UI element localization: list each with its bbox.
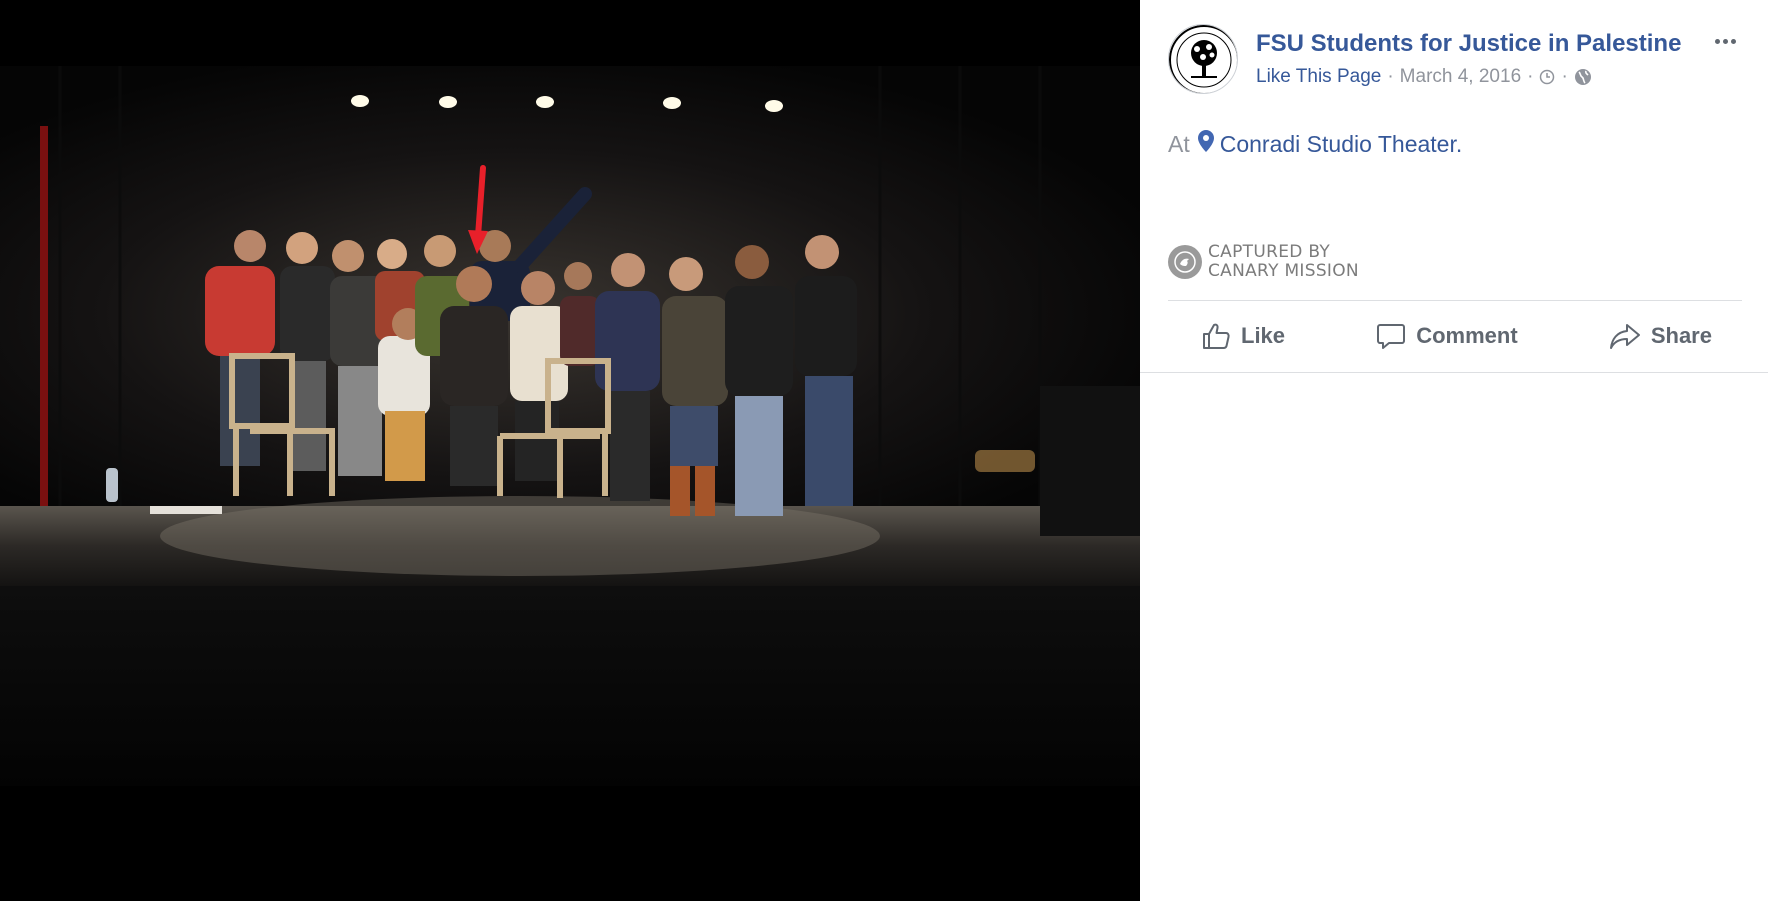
- meta-separator: ·: [1527, 66, 1534, 87]
- canary-bird-icon: [1168, 245, 1202, 279]
- post-actions-bar: Like Comment Share: [1168, 302, 1742, 370]
- location-line: At Conradi Studio Theater.: [1168, 130, 1462, 158]
- group-photo: [0, 66, 1140, 838]
- share-label: Share: [1650, 323, 1712, 348]
- post-meta: Like This Page · March 4, 2016 · ·: [1256, 66, 1592, 88]
- page-name-link[interactable]: FSU Students for Justice in Palestine: [1256, 30, 1681, 58]
- like-this-page-link[interactable]: Like This Page: [1256, 66, 1381, 88]
- comment-button[interactable]: Comment: [1376, 321, 1518, 351]
- comment-bubble-icon: [1377, 324, 1406, 349]
- share-arrow-icon: [1609, 324, 1640, 349]
- photo-viewer[interactable]: [0, 0, 1140, 901]
- post-date[interactable]: March 4, 2016: [1400, 66, 1521, 88]
- map-pin-icon: [1197, 130, 1214, 158]
- watermark-text: CAPTURED BY CANARY MISSION: [1208, 243, 1359, 281]
- meta-separator: ·: [1387, 66, 1394, 87]
- share-button[interactable]: Share: [1609, 321, 1712, 351]
- post-header-area: FSU Students for Justice in Palestine Li…: [1140, 0, 1768, 373]
- watermark-line-1: CAPTURED BY: [1208, 242, 1331, 262]
- location-prefix: At: [1168, 130, 1190, 157]
- page-avatar[interactable]: [1168, 24, 1238, 94]
- actions-divider: [1168, 300, 1742, 301]
- clock-icon: [1539, 69, 1555, 85]
- more-options-icon[interactable]: [1710, 28, 1740, 54]
- like-label: Like: [1241, 323, 1286, 348]
- globe-icon[interactable]: [1574, 68, 1592, 86]
- location-link[interactable]: Conradi Studio Theater.: [1220, 131, 1463, 158]
- watermark-line-2: CANARY MISSION: [1208, 261, 1359, 281]
- meta-separator: ·: [1561, 66, 1568, 87]
- post-side-panel: FSU Students for Justice in Palestine Li…: [1140, 0, 1768, 901]
- comment-label: Comment: [1416, 323, 1518, 348]
- canary-mission-watermark: CAPTURED BY CANARY MISSION: [1168, 243, 1359, 281]
- thumbs-up-icon: [1203, 323, 1230, 349]
- like-button[interactable]: Like: [1201, 321, 1285, 351]
